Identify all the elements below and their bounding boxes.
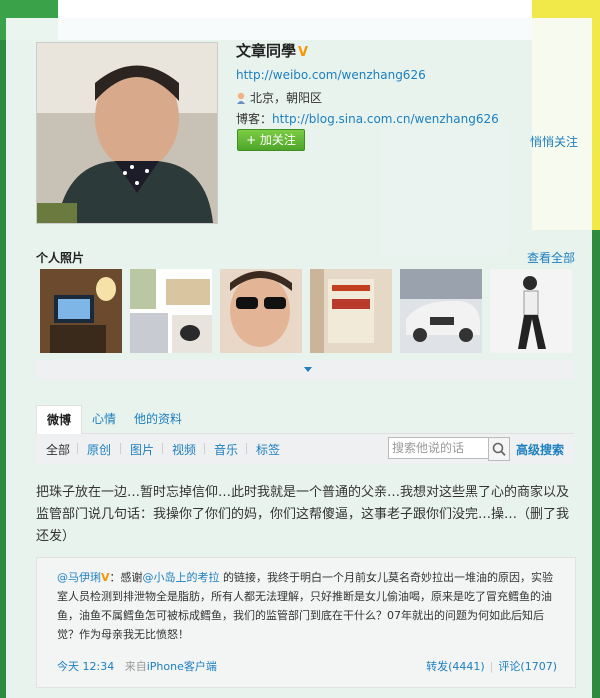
search-button[interactable] [488,437,510,461]
photo-thumbnail[interactable] [310,269,392,353]
blog-link[interactable]: http://blog.sina.com.cn/wenzhang626 [272,112,499,126]
retweet-actions: 转发(4441) | 评论(1707) [426,658,557,674]
search-icon [492,442,506,456]
profile-name: 文章同學 V [236,40,308,61]
tab-profile-info[interactable]: 他的资料 [134,405,182,433]
divider [162,443,163,454]
photo-strip [36,269,576,355]
divider [204,443,205,454]
quiet-follow-link[interactable]: 悄悄关注 [530,133,578,150]
filter-tags[interactable]: 标签 [256,441,280,458]
retweet-author-link[interactable]: @马伊琍 [57,571,101,584]
advanced-search-link[interactable]: 高级搜索 [516,441,564,458]
filter-original[interactable]: 原创 [87,441,111,458]
comment-link[interactable]: 评论(1707) [498,660,557,673]
retweet-text: @马伊琍V：感谢@小岛上的考拉 的链接，我终于明白一个月前女儿莫名奇妙拉出一堆油… [57,568,563,644]
divider [246,443,247,454]
retweet-colon: ： [109,571,121,584]
feed-tabs: 微博 心情 他的资料 [36,405,574,435]
retweet-time-link[interactable]: 今天 12:34 [57,660,114,673]
blog-label: 博客： [236,112,273,126]
filter-bar: 全部 原创 图片 视频 音乐 标签 搜索他说的话 高级搜索 [36,434,574,464]
filter-all[interactable]: 全部 [46,441,70,458]
photo-thumbnail[interactable] [130,269,212,353]
retweet-text-part: 感谢 [120,571,143,584]
photos-title: 个人照片 [36,251,85,265]
photo-thumbnail[interactable] [490,269,572,353]
location-text: 北京，朝阳区 [250,91,323,105]
retweet-box: @马伊琍V：感谢@小岛上的考拉 的链接，我终于明白一个月前女儿莫名奇妙拉出一堆油… [36,557,576,688]
source-link[interactable]: iPhone客户端 [147,660,217,673]
repost-link[interactable]: 转发(4441) [426,660,485,673]
photo-thumbnail[interactable] [220,269,302,353]
follow-button[interactable]: + 加关注 [237,129,305,151]
mention-link[interactable]: @小岛上的考拉 [143,571,220,584]
profile-location: 北京，朝阳区 [236,89,322,106]
divider [120,443,121,454]
profile-blog: 博客：http://blog.sina.com.cn/wenzhang626 [236,110,499,127]
search-input[interactable]: 搜索他说的话 [388,437,489,459]
profile-name-text: 文章同學 [236,42,297,60]
avatar[interactable] [36,42,218,224]
avatar-photo [37,43,217,223]
filter-images[interactable]: 图片 [130,441,154,458]
verified-icon: V [101,571,110,584]
verified-icon: V [298,45,309,60]
profile-url[interactable]: http://weibo.com/wenzhang626 [236,68,426,82]
photo-thumbnail[interactable] [400,269,482,353]
photo-thumbnail[interactable] [40,269,122,353]
filter-video[interactable]: 视频 [172,441,196,458]
filter-music[interactable]: 音乐 [214,441,238,458]
action-separator: | [489,660,494,673]
source-label: 来自 [124,660,147,673]
view-all-photos-link[interactable]: 查看全部 [527,249,575,266]
tab-mood[interactable]: 心情 [92,405,116,433]
retweet-meta: 今天 12:34 来自iPhone客户端 [57,658,217,674]
tab-weibo[interactable]: 微博 [36,405,83,435]
divider [77,443,78,454]
post-text: 把珠子放在一边…暂时忘掉信仰…此时我就是一个普通的父亲…我想对这些黑了心的商家以… [36,485,570,544]
location-icon [237,92,245,104]
chevron-down-icon[interactable] [304,367,312,372]
